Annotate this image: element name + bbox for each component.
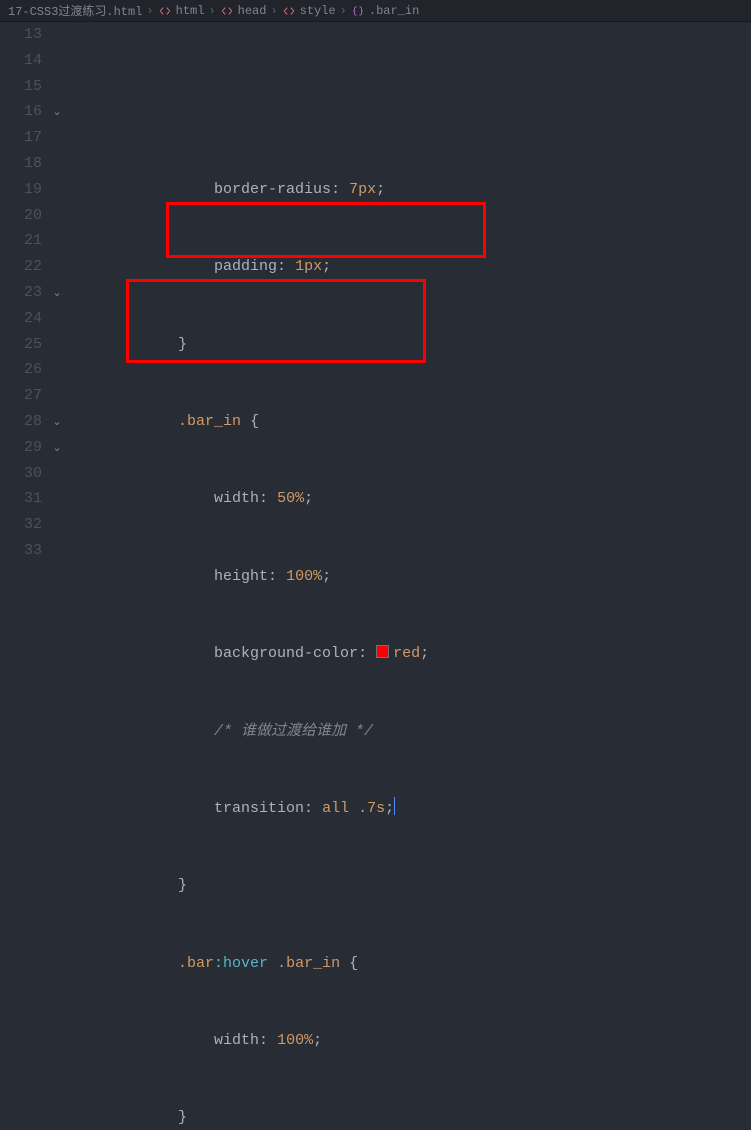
code-line: width: 100%; — [70, 1028, 751, 1054]
color-swatch-icon[interactable] — [376, 645, 389, 658]
code-line: background-color: red; — [70, 641, 751, 667]
brace-icon — [351, 4, 365, 18]
code-area[interactable]: border-radius: 7px; padding: 1px; } .bar… — [66, 22, 751, 565]
code-line: transition: all .7s; — [70, 796, 751, 822]
breadcrumb-separator: › — [146, 4, 153, 18]
line-number: 32 — [0, 512, 42, 538]
code-editor[interactable]: 13 14 15 16 17 18 19 20 21 22 23 24 25 2… — [0, 22, 751, 565]
line-number: 27 — [0, 383, 42, 409]
line-number: 14 — [0, 48, 42, 74]
text-cursor — [394, 797, 395, 815]
line-number: 22 — [0, 254, 42, 280]
breadcrumb-separator: › — [270, 4, 277, 18]
line-number: 21 — [0, 228, 42, 254]
line-number: 30 — [0, 461, 42, 487]
line-number-gutter: 13 14 15 16 17 18 19 20 21 22 23 24 25 2… — [0, 22, 48, 565]
highlight-box — [166, 202, 486, 258]
code-line: height: 100%; — [70, 564, 751, 590]
code-line: } — [70, 332, 751, 358]
fold-toggle[interactable]: ⌄ — [48, 280, 66, 306]
line-number: 13 — [0, 22, 42, 48]
line-number: 17 — [0, 125, 42, 151]
breadcrumb-separator: › — [208, 4, 215, 18]
fold-column: ⌄ ⌄ ⌄ ⌄ — [48, 22, 66, 565]
line-number: 33 — [0, 538, 42, 564]
fold-toggle[interactable]: ⌄ — [48, 435, 66, 461]
breadcrumb-label: style — [300, 4, 336, 18]
code-line: .bar:hover .bar_in { — [70, 951, 751, 977]
code-line: width: 50%; — [70, 486, 751, 512]
line-number: 25 — [0, 332, 42, 358]
breadcrumb-file-label: 17-CSS3过渡练习.html — [8, 2, 142, 19]
code-icon — [282, 4, 296, 18]
fold-toggle[interactable]: ⌄ — [48, 99, 66, 125]
line-number: 19 — [0, 177, 42, 203]
line-number: 23 — [0, 280, 42, 306]
breadcrumb-label: .bar_in — [369, 4, 419, 18]
line-number: 15 — [0, 74, 42, 100]
code-icon — [158, 4, 172, 18]
code-line: /* 谁做过渡给谁加 */ — [70, 719, 751, 745]
code-line: border-radius: 7px; — [70, 177, 751, 203]
code-line: } — [70, 873, 751, 899]
code-line: } — [70, 1105, 751, 1130]
breadcrumb-label: html — [176, 4, 205, 18]
breadcrumb: 17-CSS3过渡练习.html › html › head › style ›… — [0, 0, 751, 22]
line-number: 28 — [0, 409, 42, 435]
breadcrumb-item-html[interactable]: html — [158, 4, 205, 18]
line-number: 26 — [0, 357, 42, 383]
line-number: 29 — [0, 435, 42, 461]
breadcrumb-label: head — [238, 4, 267, 18]
code-icon — [220, 4, 234, 18]
fold-toggle[interactable]: ⌄ — [48, 409, 66, 435]
line-number: 16 — [0, 99, 42, 125]
breadcrumb-item-style[interactable]: style — [282, 4, 336, 18]
breadcrumb-separator: › — [340, 4, 347, 18]
line-number: 18 — [0, 151, 42, 177]
code-line: padding: 1px; — [70, 254, 751, 280]
breadcrumb-file[interactable]: 17-CSS3过渡练习.html — [8, 2, 142, 19]
code-line: .bar_in { — [70, 409, 751, 435]
line-number: 20 — [0, 203, 42, 229]
breadcrumb-item-selector[interactable]: .bar_in — [351, 4, 419, 18]
line-number: 31 — [0, 486, 42, 512]
breadcrumb-item-head[interactable]: head — [220, 4, 267, 18]
line-number: 24 — [0, 306, 42, 332]
